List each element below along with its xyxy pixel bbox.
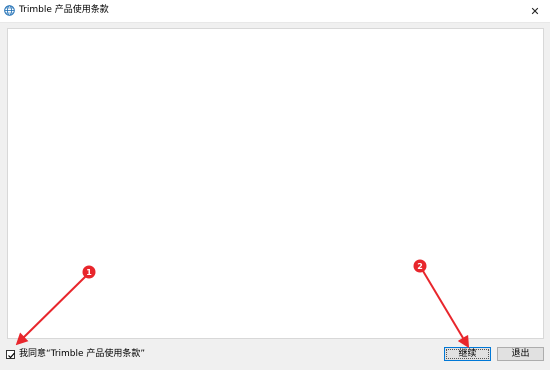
focus-ring — [446, 349, 489, 359]
agree-row[interactable]: 我同意“Trimble 产品使用条款” — [6, 348, 145, 360]
agree-label[interactable]: 我同意“Trimble 产品使用条款” — [19, 348, 145, 360]
terms-content-pane[interactable] — [7, 28, 544, 339]
close-icon[interactable]: ✕ — [530, 5, 539, 18]
globe-icon — [4, 5, 15, 16]
terms-dialog: Trimble 产品使用条款 ✕ 我同意“Trimble 产品使用条款” 继续 … — [0, 0, 550, 370]
exit-button-label[interactable]: 退出 — [511, 349, 529, 359]
continue-button[interactable]: 继续 — [444, 347, 491, 361]
agree-checkbox[interactable] — [6, 349, 15, 359]
title-bar: Trimble 产品使用条款 ✕ — [0, 0, 550, 23]
checkmark-icon — [8, 352, 15, 358]
close-button[interactable]: ✕ — [520, 0, 550, 22]
exit-button[interactable]: 退出 — [497, 347, 544, 361]
window-title: Trimble 产品使用条款 — [19, 5, 109, 15]
